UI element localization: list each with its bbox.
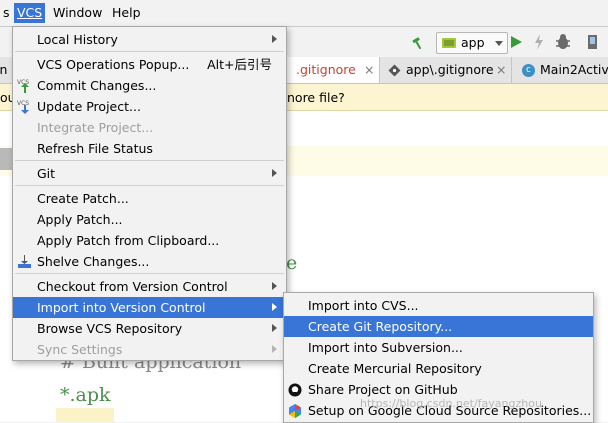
menu-item-integrate-project: Integrate Project...	[37, 120, 154, 135]
menu-item-sync-settings: Sync Settings	[13, 339, 286, 360]
menu-item-apply-patch-clipboard[interactable]: Apply Patch from Clipboard...	[13, 230, 286, 251]
code-line: e	[286, 252, 298, 274]
svg-text:VCS: VCS	[17, 100, 29, 107]
menu-item-apply-patch[interactable]: Apply Patch...	[13, 209, 286, 230]
menu-item-create-git-repository[interactable]: Create Git Repository...	[284, 316, 593, 337]
menu-separator	[15, 160, 284, 161]
submenu-arrow-icon	[272, 282, 277, 290]
submenu-arrow-icon	[272, 303, 277, 311]
menu-separator	[15, 273, 284, 274]
submenu-arrow-icon	[272, 169, 277, 177]
watermark: https://blog.csdn.net/fayangzhou	[360, 397, 542, 410]
tab-main2activity[interactable]: c Main2Activit	[512, 57, 608, 83]
submenu-arrow-icon	[272, 345, 277, 353]
menu-item-create-patch[interactable]: Create Patch...	[13, 188, 286, 209]
menu-item-update-project[interactable]: VCS Update Project...	[13, 96, 286, 117]
close-icon[interactable]: ×	[364, 57, 374, 83]
vcs-commit-icon: VCS	[17, 79, 29, 93]
tab-app-gitignore[interactable]: app\.gitignore ×	[380, 57, 512, 83]
build-hammer-icon[interactable]	[412, 34, 430, 50]
code-line: *.apk	[60, 384, 111, 406]
attach-debugger-icon[interactable]	[584, 33, 602, 51]
submenu-arrow-icon	[272, 324, 277, 332]
tab-gitignore[interactable]: .gitignore ×	[286, 57, 380, 83]
menu-separator	[15, 185, 284, 186]
menu-item-git[interactable]: Git	[13, 163, 286, 184]
menu-item-create-mercurial[interactable]: Create Mercurial Repository	[284, 358, 593, 379]
class-c-icon: c	[522, 64, 535, 77]
gutter-marker	[0, 148, 12, 170]
submenu-arrow-icon	[272, 35, 277, 43]
close-icon[interactable]: ×	[496, 57, 506, 83]
google-cloud-icon	[289, 404, 301, 418]
menu-item-browse-vcs-repository[interactable]: Browse VCS Repository	[13, 318, 286, 339]
menu-vcs[interactable]: VCS	[14, 3, 46, 23]
chevron-down-icon	[495, 41, 503, 46]
menu-item-commit-changes[interactable]: VCS Commit Changes...	[13, 75, 286, 96]
menu-item-refresh-file-status[interactable]: Refresh File Status	[13, 138, 286, 159]
menu-help[interactable]: Help	[109, 3, 144, 23]
run-play-icon[interactable]	[508, 34, 524, 50]
menu-item-shelve-changes[interactable]: Shelve Changes...	[13, 251, 286, 272]
vcs-update-icon: VCS	[17, 100, 29, 114]
apply-changes-icon[interactable]	[532, 33, 546, 51]
run-config-select[interactable]: app	[436, 32, 508, 54]
git-file-icon	[388, 64, 401, 77]
menu-item-import-into-vcs[interactable]: Import into Version Control	[13, 297, 286, 318]
menu-item-import-cvs[interactable]: Import into CVS...	[284, 295, 593, 316]
vcs-menu: Local History VCS Operations Popup... Al…	[12, 26, 287, 361]
menu-item-checkout-vcs[interactable]: Checkout from Version Control	[13, 276, 286, 297]
menu-item-vcs-operations-popup[interactable]: VCS Operations Popup... Alt+后引号	[13, 54, 286, 75]
menu-item-local-history[interactable]: Local History	[13, 29, 286, 50]
menu-tools[interactable]: s	[0, 3, 13, 23]
github-icon	[288, 383, 302, 397]
android-app-icon	[442, 38, 456, 48]
main-toolbar: app	[286, 27, 608, 57]
debug-bug-icon[interactable]	[554, 33, 572, 51]
shelve-icon	[18, 255, 31, 268]
menu-window[interactable]: Window	[50, 3, 105, 23]
menu-separator	[15, 51, 284, 52]
menu-item-import-subversion[interactable]: Import into Subversion...	[284, 337, 593, 358]
menu-bar: s VCS Window Help	[0, 0, 608, 27]
editor-highlight	[56, 408, 114, 422]
